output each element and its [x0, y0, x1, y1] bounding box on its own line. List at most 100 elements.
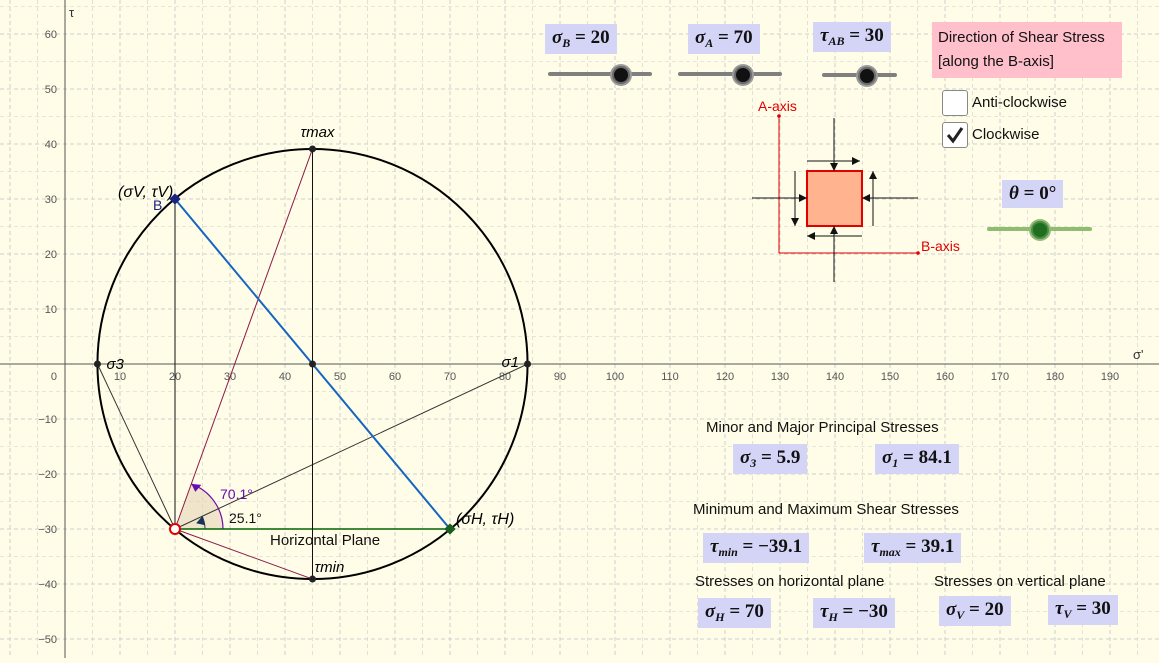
sigma-1-sub: 1	[892, 456, 899, 470]
x-tick-label: 140	[826, 371, 844, 383]
sigma-v-sub: V	[956, 608, 965, 622]
sigma-v-box: σV = 20	[939, 596, 1011, 626]
sigma-3-symbol: σ	[740, 447, 751, 468]
x-tick-label: 180	[1046, 371, 1064, 383]
sigma-b-value: 20	[590, 27, 610, 48]
x-tick-label: 110	[661, 371, 679, 383]
sigma-a-slider-track[interactable]	[678, 72, 782, 76]
a-axis-end	[777, 114, 781, 118]
b-axis-end	[916, 251, 920, 255]
tau-min-label: τmin	[315, 559, 345, 576]
x-tick-label: 40	[279, 371, 291, 383]
geogebra-canvas[interactable]: σ'τ1020304050607080901001101201301401501…	[0, 0, 1159, 658]
sigma-1-box: σ1 = 84.1	[875, 444, 959, 474]
tau-ab-value-box: τAB = 30	[813, 22, 891, 52]
tau-ab-value: 30	[864, 25, 884, 46]
x-tick-label: 130	[771, 371, 789, 383]
b-axis-label: B-axis	[921, 238, 960, 254]
shear-direction-title-line2: [along the B-axis]	[938, 53, 1054, 70]
tau-h-box: τH = −30	[813, 598, 895, 628]
clockwise-checkbox[interactable]	[942, 122, 968, 148]
sigma-b-symbol: σ	[552, 27, 563, 48]
angle-25-label: 25.1°	[229, 510, 262, 526]
normal-arrowhead-right	[862, 194, 870, 202]
point-h-label: (σH, τH)	[456, 511, 514, 528]
sigma-a-value: 70	[733, 27, 753, 48]
theta-value-box: θ = 0°	[1002, 180, 1064, 208]
vertical-plane-heading: Stresses on vertical plane	[934, 573, 1106, 590]
y-tick-label: −20	[38, 469, 57, 481]
sigma-b-slider-track[interactable]	[548, 72, 652, 76]
sigma-v-symbol: σ	[946, 599, 957, 620]
sigma-h-value: 70	[744, 601, 764, 622]
theta-symbol: θ	[1009, 183, 1019, 204]
checkmark-icon	[946, 127, 964, 144]
tau-min-box: τmin = −39.1	[703, 533, 810, 563]
sigma-3-sub: 3	[750, 456, 757, 470]
point-b-label: B	[153, 197, 162, 213]
x-tick-label: 170	[991, 371, 1009, 383]
sigma-3-box: σ3 = 5.9	[733, 444, 808, 474]
tau-v-value: 30	[1091, 598, 1111, 619]
x-tick-label: 190	[1101, 371, 1119, 383]
horizontal-plane-heading: Stresses on horizontal plane	[695, 573, 885, 590]
tau-max-sub: max	[879, 545, 901, 559]
tau-max-point	[309, 145, 316, 153]
theta-slider-knob[interactable]	[1031, 221, 1049, 239]
shear-arrowhead-bottom	[807, 232, 815, 240]
anti-clockwise-checkbox[interactable]	[942, 90, 968, 116]
x-tick-label: 50	[334, 371, 346, 383]
sigma-1-point	[524, 360, 532, 368]
sigma-3-value: 5.9	[776, 447, 801, 468]
tau-min-sub: min	[718, 545, 738, 559]
sigma-b-slider-knob[interactable]	[612, 66, 630, 84]
sigma-3-label: σ3	[106, 356, 124, 373]
sigma-a-symbol: σ	[695, 27, 706, 48]
x-tick-label: 150	[881, 371, 899, 383]
y-tick-label: −30	[38, 524, 57, 536]
a-axis-label: A-axis	[758, 98, 797, 114]
shear-stresses-heading: Minimum and Maximum Shear Stresses	[693, 501, 959, 518]
y-tick-label: 60	[45, 29, 57, 41]
sigma-b-sub: B	[562, 36, 571, 50]
shear-arrowhead-right	[869, 171, 877, 179]
y-tick-label: 40	[45, 139, 57, 151]
normal-arrowhead-left	[799, 194, 807, 202]
sigma-b-value-box: σB = 20	[545, 24, 617, 54]
x-tick-label: 60	[389, 371, 401, 383]
x-tick-label: 90	[554, 371, 566, 383]
tau-max-label: τmax	[301, 124, 335, 141]
sigma-1-symbol: σ	[882, 447, 893, 468]
x-axis-label: σ'	[1133, 347, 1144, 362]
pole-point	[169, 523, 181, 535]
sigma-h-sub: H	[715, 610, 725, 624]
center-point	[309, 360, 316, 368]
tau-ab-slider-knob[interactable]	[858, 67, 876, 85]
angle-70-label: 70.1°	[220, 486, 253, 502]
theta-value: 0°	[1039, 183, 1057, 204]
normal-arrowhead-bottom	[830, 226, 838, 234]
sigma-h-box: σH = 70	[698, 598, 771, 628]
shear-arrowhead-top	[852, 157, 860, 165]
x-tick-label: 70	[444, 371, 456, 383]
tau-max-box: τmax = 39.1	[864, 533, 962, 563]
x-tick-label: 120	[716, 371, 734, 383]
tau-ab-sub: AB	[828, 34, 845, 48]
x-tick-label: 160	[936, 371, 954, 383]
shear-direction-heading: Direction of Shear Stress [along the B-a…	[932, 22, 1122, 78]
sigma-h-symbol: σ	[705, 601, 716, 622]
tau-v-box: τV = 30	[1048, 595, 1118, 625]
horizontal-plane-label: Horizontal Plane	[270, 532, 380, 549]
x-tick-label: 100	[606, 371, 624, 383]
sigma-1-label: σ1	[502, 354, 519, 371]
sigma-a-sub: A	[705, 36, 714, 50]
tau-min-value: −39.1	[758, 536, 803, 557]
shear-arrowhead-left	[791, 218, 799, 226]
tau-min-point	[309, 575, 316, 583]
sigma-a-value-box: σA = 70	[688, 24, 760, 54]
y-tick-label: 30	[45, 194, 57, 206]
stress-element	[806, 170, 863, 227]
y-tick-label: −40	[38, 579, 57, 591]
sigma-a-slider-knob[interactable]	[734, 66, 752, 84]
y-axis-label: τ	[69, 5, 75, 20]
